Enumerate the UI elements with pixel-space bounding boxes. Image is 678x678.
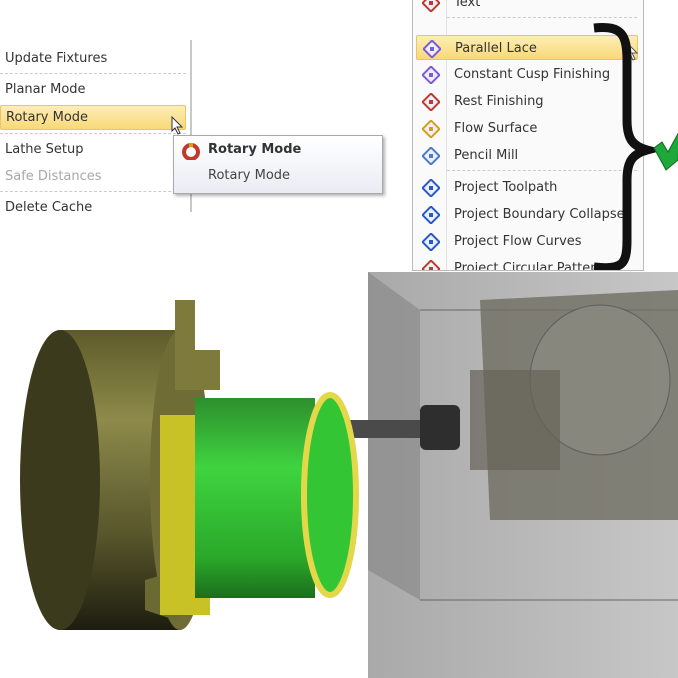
tooltip-description: Rotary Mode	[208, 168, 291, 183]
menu-item-label: Flow Surface	[454, 121, 538, 136]
menu-item-text[interactable]: Text	[416, 0, 638, 15]
curly-brace-annotation	[593, 22, 678, 270]
checkmark-icon	[653, 132, 678, 171]
text-icon	[421, 0, 441, 13]
menu-item-lathe-setup[interactable]: Lathe Setup	[0, 138, 186, 162]
menu-separator	[0, 73, 186, 74]
project-flow-curves-icon	[421, 232, 441, 252]
parallel-lace-icon	[422, 39, 442, 59]
project-boundary-collapse-icon	[421, 205, 441, 225]
machine-enclosure	[368, 272, 678, 678]
menu-separator	[0, 191, 186, 192]
menu-item-label: Project Circular Pattern	[454, 261, 604, 271]
flow-surface-icon	[421, 119, 441, 139]
menu-separator	[0, 133, 186, 134]
tooltip-title: Rotary Mode	[208, 142, 302, 157]
menu-item-label: Project Toolpath	[454, 180, 558, 195]
menu-item-safe-distances: Safe Distances	[5, 169, 102, 184]
menu-item-label: Text	[454, 0, 481, 10]
menu-item-label: Parallel Lace	[455, 41, 537, 56]
menu-item-label: Project Flow Curves	[454, 234, 582, 249]
menu-item-rotary-mode[interactable]: Rotary Mode	[0, 105, 186, 130]
menu-item-label: Pencil Mill	[454, 148, 519, 163]
rotary-mode-tooltip: Rotary Mode Rotary Mode	[173, 135, 383, 194]
workpiece	[160, 392, 359, 615]
menu-item-update-fixtures[interactable]: Update Fixtures	[0, 47, 186, 71]
rest-finishing-icon	[421, 92, 441, 112]
project-circular-pattern-icon	[421, 259, 441, 270]
left-context-menu: Update Fixtures Planar Mode Rotary Mode …	[0, 40, 192, 212]
menu-item-label: Rest Finishing	[454, 94, 544, 109]
pencil-mill-icon	[421, 146, 441, 166]
menu-item-label: Constant Cusp Finishing	[454, 67, 611, 82]
3d-viewport[interactable]	[0, 270, 678, 678]
menu-item-planar-mode[interactable]: Planar Mode	[0, 78, 186, 102]
menu-item-delete-cache[interactable]: Delete Cache	[0, 196, 186, 212]
rotary-mode-icon	[182, 143, 200, 160]
project-toolpath-icon	[421, 178, 441, 198]
constant-cusp-icon	[421, 65, 441, 85]
mouse-cursor-icon	[171, 116, 184, 135]
menu-separator	[447, 17, 637, 18]
